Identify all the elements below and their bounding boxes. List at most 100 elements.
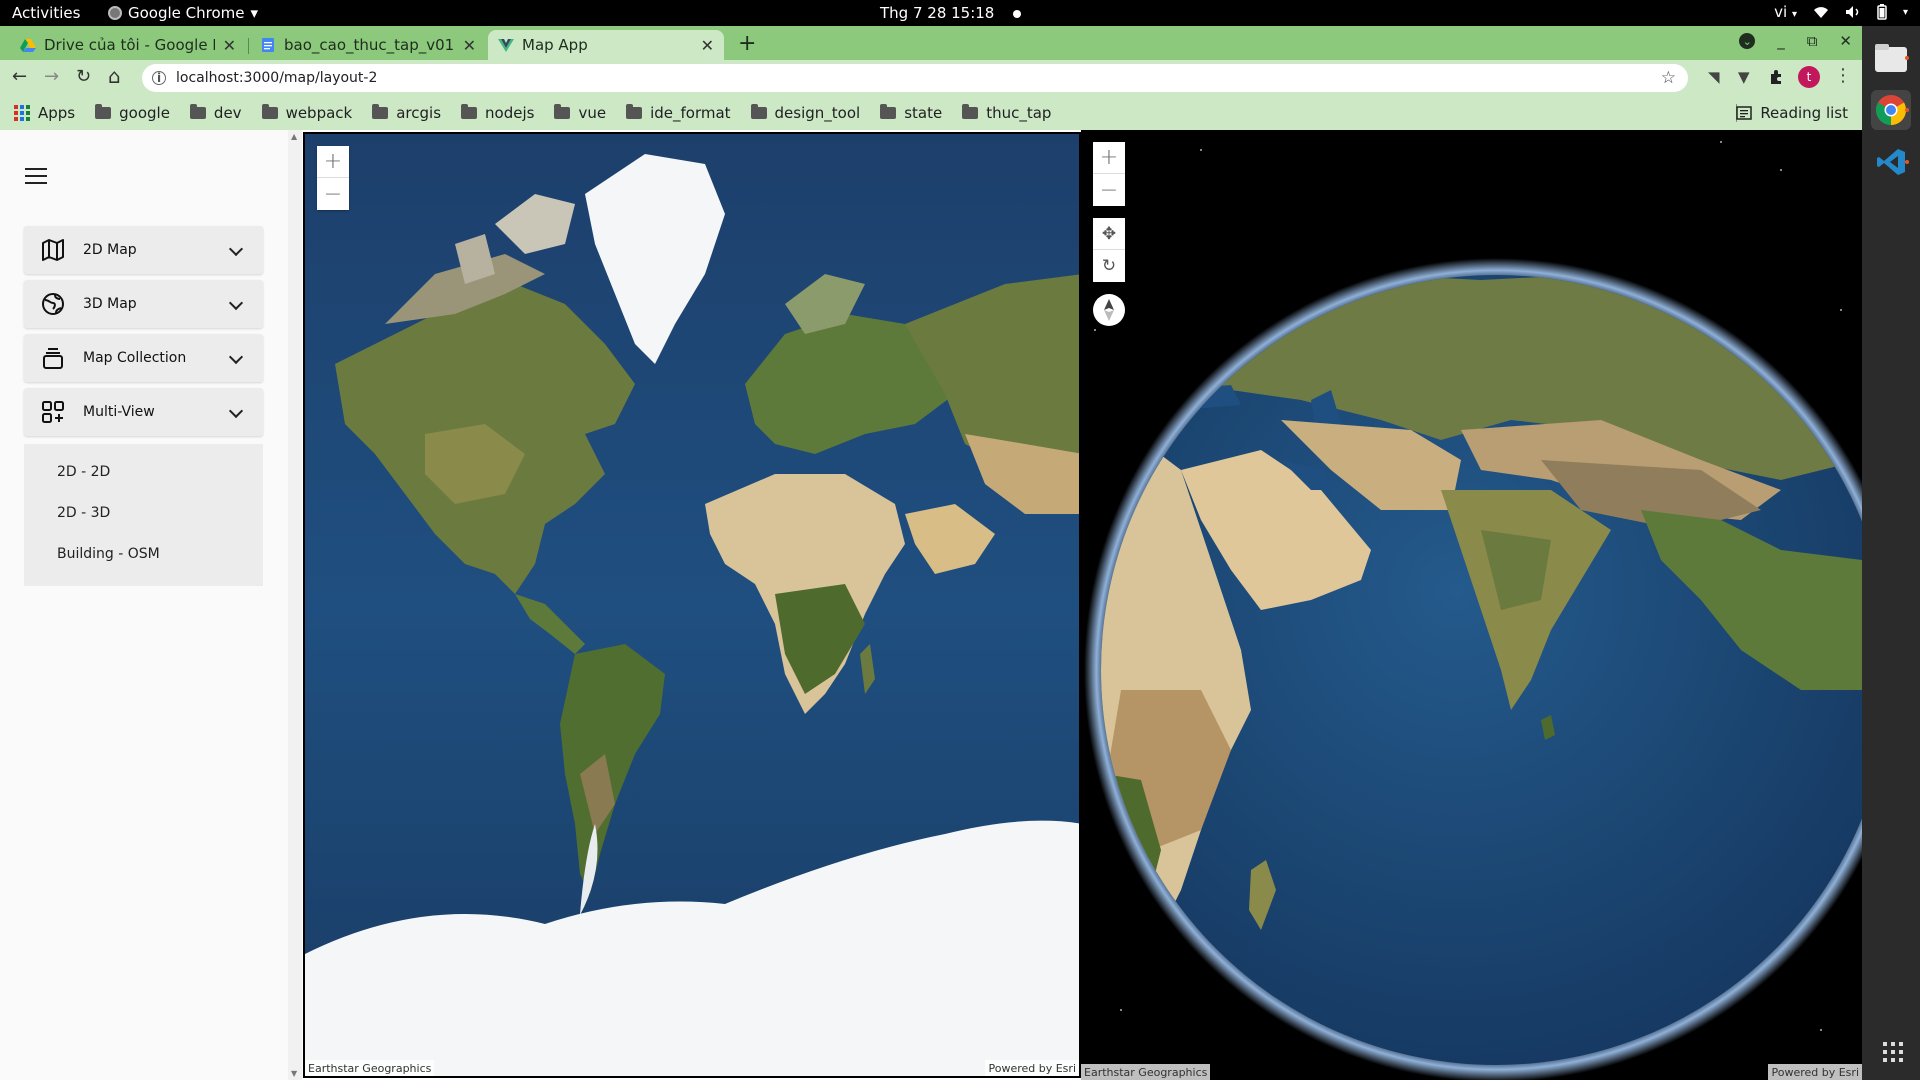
bookmark-label: design_tool [774,104,861,122]
chevron-down-icon: ▾ [250,4,259,22]
bookmark-apps[interactable]: Apps [14,104,75,122]
sidebar-item-label: 2D Map [83,242,137,258]
folder-icon [962,104,979,119]
bookmarks-bar: Apps google dev webpack arcgis nodejs vu… [0,96,1862,130]
show-applications-icon[interactable] [1883,1042,1903,1062]
reload-button[interactable]: ↻ [76,66,91,87]
sidebar-item-label: 3D Map [83,296,137,312]
sidebar-item-map-collection[interactable]: Map Collection [24,334,263,382]
bookmark-label: Apps [38,104,76,122]
window-controls: ⌄ _ ⧉ ✕ [1739,32,1852,50]
tab-search-icon[interactable]: ⌄ [1739,33,1756,49]
activities-button[interactable]: Activities [12,4,80,22]
tab-label: Map App [522,36,588,54]
language-label: vi [1774,3,1788,21]
ubuntu-dock [1862,26,1920,1080]
sidebar: 2D Map 3D Map Map Collection Multi-View … [0,130,288,1080]
profile-avatar[interactable]: t [1798,66,1820,88]
bookmark-folder[interactable]: arcgis [372,104,441,122]
google-drive-icon [20,39,36,52]
sidebar-item-2d-map[interactable]: 2D Map [24,226,263,274]
address-bar[interactable]: i localhost:3000/map/layout-2 ☆ [142,64,1688,92]
submenu-item-2d-2d[interactable]: 2D - 2D [57,464,110,480]
close-window-button[interactable]: ✕ [1839,32,1852,50]
scroll-down-arrow-icon[interactable]: ▼ [291,1069,297,1078]
bookmark-folder[interactable]: webpack [261,104,352,122]
bookmark-folder[interactable]: dev [189,104,242,122]
bookmark-folder[interactable]: google [95,104,170,122]
attribution-powered-by[interactable]: Powered by Esri [985,1060,1079,1076]
sidebar-scrollbar[interactable]: ▲ ▼ [288,130,302,1080]
input-language[interactable]: vi ▾ [1774,3,1797,21]
bookmark-folder[interactable]: vue [554,104,606,122]
notification-dot-icon [1013,9,1022,18]
tab-close-icon[interactable]: ✕ [223,36,236,55]
dock-vscode[interactable] [1871,142,1911,182]
chevron-down-icon [228,295,244,311]
running-indicator-icon [1905,56,1909,60]
minimize-button[interactable]: _ [1777,32,1785,50]
dock-chrome[interactable] [1871,90,1911,130]
forward-button[interactable]: → [44,66,59,87]
browser-window: Drive của tôi - Google Dri ✕ bao_cao_thu… [0,26,1862,130]
maximize-button[interactable]: ⧉ [1807,32,1818,50]
hamburger-menu-icon[interactable] [25,168,47,184]
files-folder-icon [1875,44,1907,72]
layers-stack-icon [43,348,63,369]
submenu-item-2d-3d[interactable]: 2D - 3D [57,505,110,521]
home-button[interactable]: ⌂ [108,64,121,88]
vue-devtools-icon[interactable]: ▼ [1738,68,1750,86]
submenu-item-building-osm[interactable]: Building - OSM [57,546,160,562]
running-indicator-icon [1905,108,1909,112]
volume-icon [1845,6,1859,18]
dock-files[interactable] [1871,38,1911,78]
system-status-area[interactable]: vi ▾ ▾ [1774,3,1908,21]
bookmark-label: nodejs [485,104,535,122]
chevron-down-icon [228,241,244,257]
bookmark-label: arcgis [396,104,442,122]
app-menu[interactable]: Google Chrome ▾ [108,4,258,22]
tab-google-drive[interactable]: Drive của tôi - Google Dri ✕ [10,30,246,60]
zoom-in-button[interactable]: + [317,146,349,178]
reading-list-label: Reading list [1760,104,1848,122]
bookmark-folder[interactable]: ide_format [626,104,731,122]
zoom-out-button[interactable]: − [1093,174,1125,206]
folder-icon [189,104,206,119]
folder-icon [95,104,112,119]
tab-close-icon[interactable]: ✕ [701,36,714,55]
bookmark-folder[interactable]: nodejs [461,104,534,122]
tab-label: bao_cao_thuc_tap_v01.do [284,36,455,54]
pan-button[interactable]: ✥ [1093,218,1125,250]
bookmark-folder[interactable]: design_tool [750,104,861,122]
chrome-menu-icon[interactable]: ⋮ [1834,65,1852,86]
zoom-control-3d: + − [1093,142,1125,206]
vue-icon [498,39,514,52]
compass-needle-icon [1104,299,1114,321]
site-info-icon[interactable]: i [152,71,166,85]
extensions-puzzle-icon[interactable] [1768,69,1784,85]
map-view-2d[interactable]: + − Earthstar Geographics Powered by Esr… [303,132,1081,1078]
tab-map-app[interactable]: Map App ✕ [488,30,724,60]
clock[interactable]: Thg 7 28 15:18 [880,4,1022,22]
bookmark-star-icon[interactable]: ☆ [1661,68,1676,88]
sidebar-item-3d-map[interactable]: 3D Map [24,280,263,328]
scroll-up-arrow-icon[interactable]: ▲ [291,132,297,141]
bookmark-folder[interactable]: state [880,104,942,122]
back-button[interactable]: ← [12,66,27,87]
map-view-3d[interactable]: + − ✥ ↻ Earthstar Geographics Powered by… [1081,130,1862,1080]
zoom-out-button[interactable]: − [317,178,349,210]
new-tab-button[interactable]: + [738,31,756,56]
battery-icon [1877,4,1887,20]
browser-toolbar: ← → ↻ ⌂ i localhost:3000/map/layout-2 ☆ … [0,60,1862,96]
zoom-in-button[interactable]: + [1093,142,1125,174]
rotate-button[interactable]: ↻ [1093,250,1125,282]
sidebar-item-multi-view[interactable]: Multi-View [24,388,263,436]
attribution-powered-by[interactable]: Powered by Esri [1768,1064,1862,1080]
bookmark-folder[interactable]: thuc_tap [962,104,1051,122]
reading-list-button[interactable]: Reading list [1736,104,1848,122]
extension-icon[interactable]: ◥ [1708,68,1720,86]
tab-close-icon[interactable]: ✕ [463,36,476,55]
tab-google-docs[interactable]: bao_cao_thuc_tap_v01.do ✕ [250,30,486,60]
compass-button[interactable] [1093,294,1125,326]
chevron-down-icon [228,349,244,365]
